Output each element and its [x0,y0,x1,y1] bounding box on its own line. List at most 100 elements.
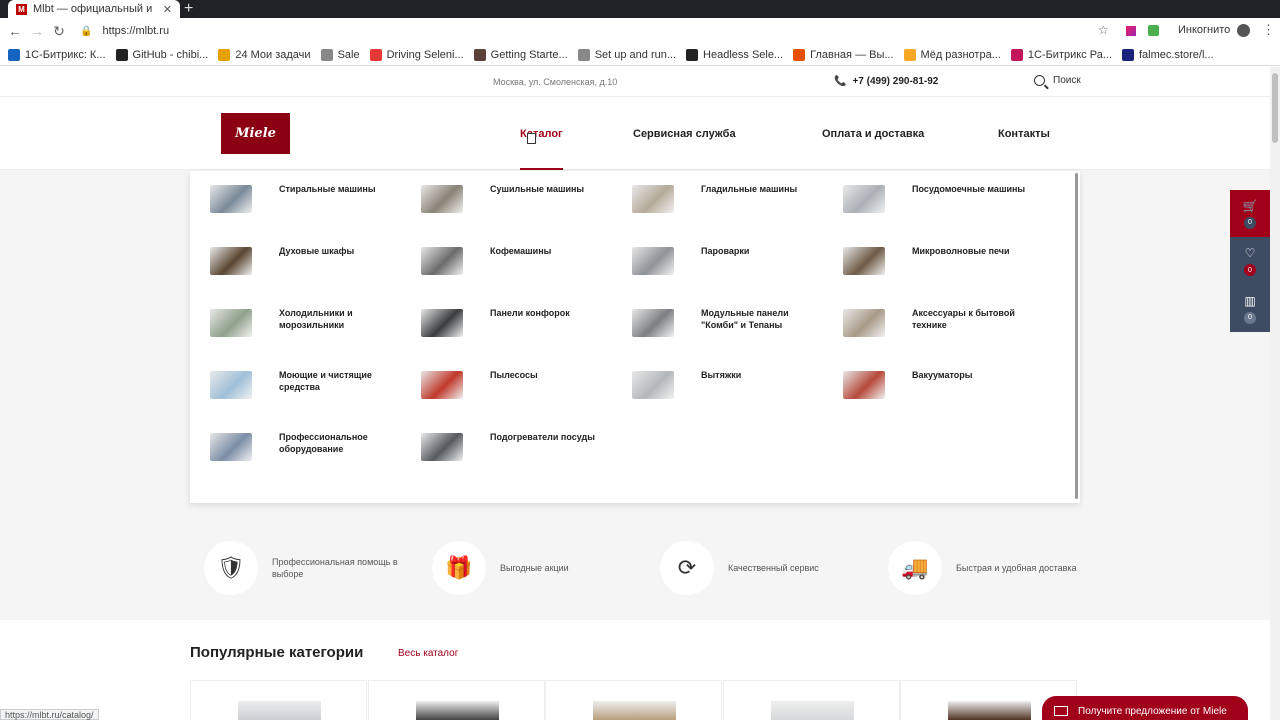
category-label: Аксессуары к бытовой технике [912,308,1015,330]
bookmarks-bar: 1С-Битрикс: К... GitHub - chibi... 24 Мои … [0,44,1280,66]
dropdown-scrollbar[interactable] [1075,173,1078,499]
catalog-category-item[interactable]: Профессиональное оборудование [210,432,399,461]
extension-layers-icon[interactable] [1148,25,1159,36]
bookmark-item[interactable]: Главная — Вы... [793,48,894,61]
close-tab-icon[interactable]: ✕ [163,3,172,16]
mail-icon [1054,706,1068,716]
all-catalog-link[interactable]: Весь каталог [398,648,458,659]
bookmark-item[interactable]: Sale [320,48,360,61]
category-thumbnail [632,309,674,337]
catalog-category-item[interactable]: Подогреватели посуды [421,432,610,461]
category-image [948,701,1031,720]
category-thumbnail [632,371,674,399]
youtube-icon [369,48,382,61]
mouse-cursor-icon [527,133,536,144]
feature-item: 🚚 Быстрая и удобная доставка [888,541,1086,595]
catalog-category-item[interactable]: Модульные панели "Комби" и Тепаны [632,308,821,337]
page-scrollbar[interactable] [1270,67,1280,720]
get-offer-button[interactable]: Получите предложение от Miele [1042,696,1248,720]
category-thumbnail [843,247,885,275]
bookmark-label: GitHub - chibi... [132,48,209,61]
catalog-category-item[interactable]: Моющие и чистящие средства [210,370,399,399]
forward-arrow-icon[interactable]: → [26,23,48,39]
browser-tabstrip: M Mlbt — официальный и ✕ + [0,0,1280,18]
top-info-bar: Москва, ул. Смоленская, д.10 📞 +7 (499) … [0,67,1270,97]
nav-service[interactable]: Сервисная служба [633,128,736,140]
catalog-category-item[interactable]: Гладильные машины [632,184,821,213]
category-label: Панели конфорок [490,308,570,318]
site-favicon-icon: M [16,3,27,15]
category-label: Подогреватели посуды [490,432,595,442]
incognito-icon[interactable] [1237,24,1250,37]
favorites-button[interactable]: ♡ 0 [1230,237,1270,285]
catalog-category-item[interactable]: Аксессуары к бытовой технике [843,308,1032,337]
category-label: Моющие и чистящие средства [279,370,372,392]
bookmark-label: Set up and run... [594,48,677,61]
phone-icon: 📞 [834,76,847,87]
popular-cards [190,680,1080,720]
bookmark-item[interactable]: Set up and run... [577,48,677,61]
catalog-category-item[interactable]: Кофемашины [421,246,610,275]
truck-icon: 🚚 [888,541,942,595]
compare-button[interactable]: ▥ 0 [1230,285,1270,332]
feature-item: 🛡 Профессиональная помощь в выборе [204,541,402,595]
bookmark-item[interactable]: falmec.store/l... [1122,48,1214,61]
nav-payment-delivery[interactable]: Оплата и доставка [822,128,924,140]
bookmark-item[interactable]: 1С-Битрикс: К... [8,48,106,61]
popular-category-card[interactable] [367,680,545,720]
search-button[interactable]: Поиск [1034,75,1081,86]
catalog-category-item[interactable]: Сушильные машины [421,184,610,213]
cart-button[interactable]: 🛒 0 [1230,190,1270,237]
bookmark-label: falmec.store/l... [1139,48,1214,61]
category-label: Холодильники и морозильники [279,308,353,330]
bookmark-item[interactable]: Мёд разнотра... [903,48,1001,61]
bookmark-item[interactable]: Headless Sele... [686,48,784,61]
search-icon [1034,75,1045,86]
category-label: Гладильные машины [701,184,798,194]
popular-category-card[interactable] [190,680,367,720]
feature-item: ⟳ Качественный сервис [660,541,858,595]
catalog-category-item[interactable]: Вытяжки [632,370,821,399]
scrollbar-thumb[interactable] [1272,73,1278,143]
bookmark-item[interactable]: 1С-Битрикс Ра... [1010,48,1112,61]
docs-icon [473,48,486,61]
bookmark-item[interactable]: 24 Мои задачи [218,48,311,61]
cart-count: 0 [1244,216,1256,229]
reload-icon[interactable]: ↻ [48,23,70,40]
page-icon [577,48,590,61]
miele-logo[interactable]: Miele [221,113,290,154]
feature-text: Качественный сервис [728,563,819,573]
catalog-category-item[interactable]: Холодильники и морозильники [210,308,399,337]
catalog-dropdown: Стиральные машины Сушильные машины Гладиль… [190,171,1080,503]
back-arrow-icon[interactable]: ← [4,23,26,39]
category-label: Пылесосы [490,370,538,380]
catalog-category-item[interactable]: Панели конфорок [421,308,610,337]
catalog-category-item[interactable]: Пылесосы [421,370,610,399]
extension-icon[interactable] [1126,26,1136,36]
bookmark-item[interactable]: Driving Seleni... [369,48,464,61]
phone-link[interactable]: 📞 +7 (499) 290-81-92 [834,76,938,87]
popular-category-card[interactable] [722,680,900,720]
bookmark-label: Headless Sele... [703,48,784,61]
new-tab-button[interactable]: + [184,0,193,18]
browser-tab[interactable]: M Mlbt — официальный и ✕ [8,0,180,18]
catalog-category-item[interactable]: Вакууматоры [843,370,1032,399]
nav-contacts[interactable]: Контакты [998,128,1050,140]
compare-count: 0 [1244,311,1256,324]
lock-icon: 🔒 [80,25,93,37]
catalog-category-item[interactable]: Микроволновые печи [843,246,1032,275]
bookmark-item[interactable]: GitHub - chibi... [115,48,209,61]
category-image [415,701,499,720]
bookmark-label: Главная — Вы... [810,48,894,61]
gift-icon: 🎁 [432,541,486,595]
address-bar[interactable]: 🔒 https://mlbt.ru [80,21,1116,41]
bookmark-star-icon[interactable]: ☆ [1098,23,1109,37]
catalog-category-item[interactable]: Духовые шкафы [210,246,399,275]
site-icon [793,48,806,61]
bookmark-item[interactable]: Getting Starte... [473,48,568,61]
catalog-category-item[interactable]: Пароварки [632,246,821,275]
catalog-category-item[interactable]: Посудомоечные машины [843,184,1032,213]
catalog-category-item[interactable]: Стиральные машины [210,184,399,213]
browser-menu-icon[interactable]: ⋮ [1262,22,1275,38]
popular-category-card[interactable] [545,680,722,720]
